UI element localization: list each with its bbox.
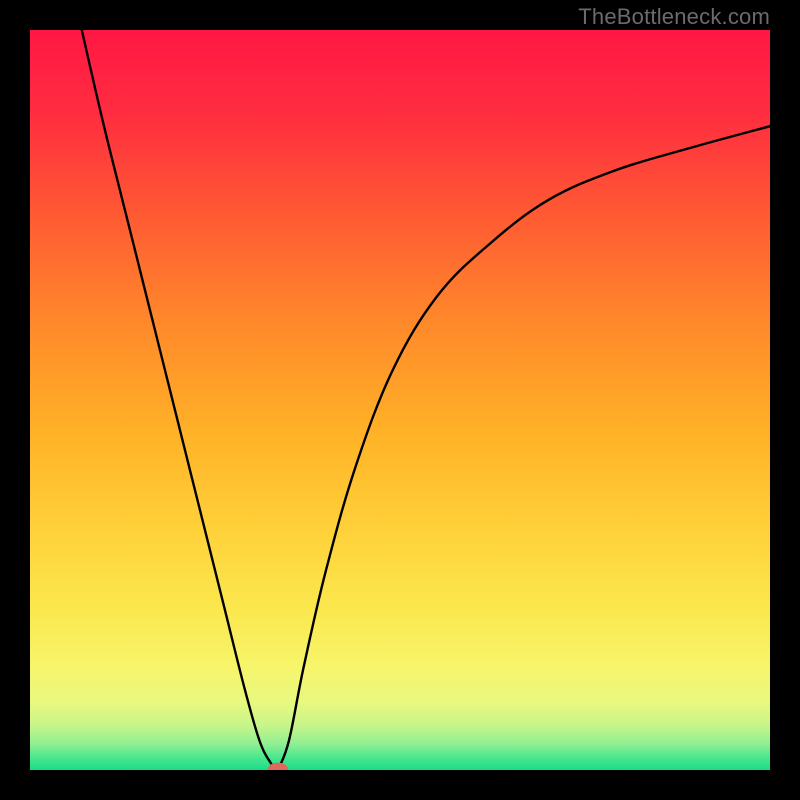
plot-area bbox=[30, 30, 770, 770]
watermark-text: TheBottleneck.com bbox=[578, 4, 770, 30]
chart-frame: TheBottleneck.com bbox=[0, 0, 800, 800]
gradient-background bbox=[30, 30, 770, 770]
chart-svg bbox=[30, 30, 770, 770]
